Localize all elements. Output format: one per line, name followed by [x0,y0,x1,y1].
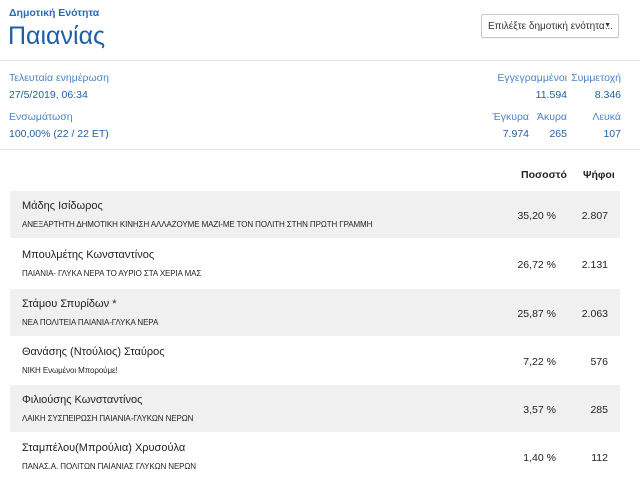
integration-label: Ενσωμάτωση [9,111,73,123]
registered-value: 11.594 [535,89,567,101]
vote-percent: 25,87 % [517,308,556,320]
select-value: Επιλέξτε δημοτική ενότητα... [488,21,614,32]
vote-count: 576 [590,356,608,368]
vote-percent: 3,57 % [523,404,556,416]
party-name: ΠΑΝΑΣ.Α. ΠΟΛΙΤΩΝ ΠΑΙΑΝΙΑΣ ΓΛΥΚΩΝ ΝΕΡΩΝ [22,462,196,471]
last-update-value: 27/5/2019, 06:34 [9,89,88,101]
party-name: ΛΑΙΚΗ ΣΥΣΠΕΙΡΩΣΗ ΠΑΙΑΝΙΑ-ΓΛΥΚΩΝ ΝΕΡΩΝ [22,414,194,423]
vote-count: 112 [591,452,608,464]
vote-percent: 1,40 % [523,452,556,464]
chevron-down-icon: ▼ [604,22,611,29]
vote-count: 2.131 [581,259,608,271]
valid-label: Έγκυρα [492,111,529,123]
party-name: ΠΑΙΑΝΙΑ- ΓΛΥΚΑ ΝΕΡΑ ΤΟ ΑΥΡΙΟ ΣΤΑ ΧΕΡΙΑ Μ… [22,269,202,278]
table-row: Θανάσης (Ντούλιος) Σταύρος ΝΙΚΗ Ενωμένοι… [10,337,620,384]
last-update-label: Τελευταία ενημέρωση [9,72,109,84]
party-name: ΝΕΑ ΠΟΛΙΤΕΙΑ ΠΑΙΑΝΙΑ-ΓΛΥΚΑ ΝΕΡΑ [22,318,159,327]
table-row: Στάμου Σπυρίδων * ΝΕΑ ΠΟΛΙΤΕΙΑ ΠΑΙΑΝΙΑ-Γ… [10,289,620,336]
stats-divider [0,149,640,150]
vote-percent: 26,72 % [517,259,556,271]
vote-percent: 35,20 % [517,210,556,222]
candidate-name: Σταμπέλου(Μπρούλια) Χρυσούλα [22,442,186,454]
blank-value: 107 [603,128,621,140]
candidate-name: Θανάσης (Ντούλιος) Σταύρος [22,346,165,358]
column-header-votes: Ψήφοι [583,169,615,181]
candidate-name: Μάδης Ισίδωρος [22,200,103,212]
header-divider [0,60,640,61]
candidate-name: Στάμου Σπυρίδων * [22,298,117,310]
table-row: Μάδης Ισίδωρος ΑΝΕΞΑΡΤΗΤΗ ΔΗΜΟΤΙΚΗ ΚΙΝΗΣ… [10,191,620,238]
integration-value: 100,00% (22 / 22 ΕΤ) [9,128,109,140]
candidate-name: Μπουλμέτης Κωνσταντίνος [22,249,155,261]
turnout-label: Συμμετοχή [571,72,621,84]
vote-count: 2.063 [581,308,608,320]
vote-percent: 7,22 % [523,356,556,368]
municipal-unit-select[interactable]: Επιλέξτε δημοτική ενότητα... ▼ [481,14,619,38]
candidate-name: Φιλιούσης Κωνσταντίνος [22,394,143,406]
invalid-value: 265 [549,128,567,140]
registered-label: Εγγεγραμμένοι [497,72,567,84]
table-row: Φιλιούσης Κωνσταντίνος ΛΑΙΚΗ ΣΥΣΠΕΙΡΩΣΗ … [10,385,620,432]
table-row: Σταμπέλου(Μπρούλια) Χρυσούλα ΠΑΝΑΣ.Α. ΠΟ… [10,433,620,480]
invalid-label: Άκυρα [536,111,567,123]
page-title: Παιανίας [8,22,106,50]
party-name: ΑΝΕΞΑΡΤΗΤΗ ΔΗΜΟΤΙΚΗ ΚΙΝΗΣΗ ΑΛΛΑΖΟΥΜΕ ΜΑΖ… [22,220,373,229]
blank-label: Λευκά [592,111,621,123]
vote-count: 285 [590,404,608,416]
turnout-value: 8.346 [594,89,621,101]
valid-value: 7.974 [502,128,529,140]
page-subtitle: Δημοτική Ενότητα [9,7,100,19]
table-row: Μπουλμέτης Κωνσταντίνος ΠΑΙΑΝΙΑ- ΓΛΥΚΑ Ν… [10,240,620,287]
column-header-percent: Ποσοστό [521,169,567,181]
vote-count: 2.807 [581,210,608,222]
party-name: ΝΙΚΗ Ενωμένοι Μπορούμε! [22,366,118,375]
